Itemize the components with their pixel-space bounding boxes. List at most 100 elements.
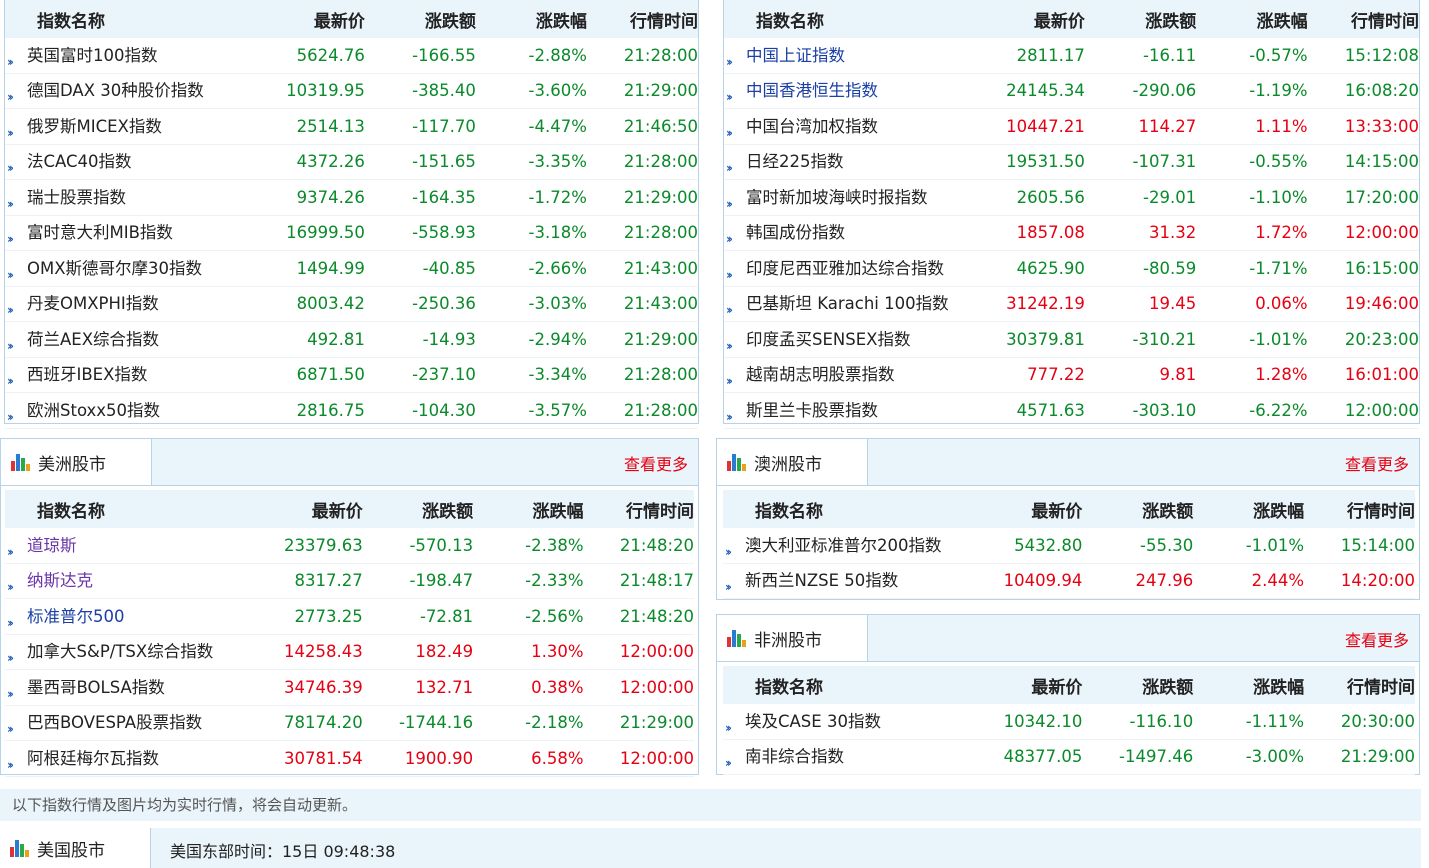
table-row[interactable]: ›› 道琼斯 23379.63 -570.13 -2.38% 21:48:20 — [5, 528, 694, 564]
index-name-link[interactable]: 巴基斯坦 Karachi 100指数 — [746, 294, 949, 313]
index-name-link[interactable]: 韩国成份指数 — [746, 223, 845, 242]
index-pct-cell: -3.60% — [475, 73, 587, 109]
view-more-link[interactable]: 查看更多 — [1345, 451, 1409, 475]
table-row[interactable]: ›› 阿根廷梅尔瓦指数 30781.54 1900.90 6.58% 12:00:00 — [5, 740, 694, 777]
tab-americas-market[interactable]: 美洲股市 — [1, 439, 152, 485]
index-name-link[interactable]: 法CAC40指数 — [27, 152, 132, 171]
table-row[interactable]: ›› 巴基斯坦 Karachi 100指数 31242.19 19.45 0.06% 19… — [724, 286, 1419, 322]
index-name-link[interactable]: 荷兰AEX综合指数 — [27, 330, 159, 349]
view-more-link[interactable]: 查看更多 — [1345, 627, 1409, 651]
column-header: 指数名称 — [5, 0, 252, 38]
index-name-link[interactable]: 中国上证指数 — [746, 46, 845, 65]
index-name-link[interactable]: 南非综合指数 — [745, 747, 844, 766]
index-name-link[interactable]: 富时意大利MIB指数 — [27, 223, 173, 242]
index-name-link[interactable]: 越南胡志明股票指数 — [746, 365, 895, 384]
index-name-link[interactable]: 俄罗斯MICEX指数 — [27, 117, 162, 136]
double-chevron-icon: ›› — [7, 580, 14, 595]
eastern-time-label: 美国东部时间：15日 09:48:38 — [170, 842, 396, 861]
index-name-link[interactable]: 纳斯达克 — [27, 571, 93, 590]
index-name-link[interactable]: 澳大利亚标准普尔200指数 — [745, 536, 942, 555]
index-name-link[interactable]: 瑞士股票指数 — [27, 188, 126, 207]
index-name-link[interactable]: OMX斯德哥尔摩30指数 — [27, 259, 202, 278]
table-row[interactable]: ›› 中国上证指数 2811.17 -16.11 -0.57% 15:12:08 — [724, 38, 1419, 74]
index-name-link[interactable]: 道琼斯 — [27, 536, 77, 555]
index-name-link[interactable]: 中国台湾加权指数 — [746, 117, 878, 136]
tab-label: 美洲股市 — [38, 454, 106, 475]
table-row[interactable]: ›› 墨西哥BOLSA指数 34746.39 132.71 0.38% 12:00:00 — [5, 669, 694, 706]
index-price-cell: 34746.39 — [250, 669, 363, 706]
index-price-cell: 1494.99 — [251, 250, 365, 287]
index-name-link[interactable]: 加拿大S&P/TSX综合指数 — [27, 642, 213, 661]
table-row[interactable]: ›› 斯里兰卡股票指数 4571.63 -303.10 -6.22% 12:00:00 — [724, 392, 1419, 429]
view-more-link[interactable]: 查看更多 — [624, 451, 688, 475]
table-row[interactable]: ›› 纳斯达克 8317.27 -198.47 -2.33% 21:48:17 — [5, 563, 694, 599]
table-row[interactable]: ›› 英国富时100指数 5624.76 -166.55 -2.88% 21:28:00 — [5, 38, 698, 74]
index-name-link[interactable]: 德国DAX 30种股价指数 — [27, 81, 204, 100]
tab-africa-market[interactable]: 非洲股市 — [717, 615, 868, 661]
table-row[interactable]: ›› 标准普尔500 2773.25 -72.81 -2.56% 21:48:20 — [5, 598, 694, 635]
index-name-cell: ›› 印度孟买SENSEX指数 — [724, 321, 972, 358]
table-row[interactable]: ›› 巴西BOVESPA股票指数 78174.20 -1744.16 -2.18% 21:… — [5, 705, 694, 741]
table-row[interactable]: ›› 加拿大S&P/TSX综合指数 14258.43 182.49 1.30% 12:00… — [5, 634, 694, 670]
tab-oceania-market[interactable]: 澳洲股市 — [717, 439, 868, 485]
index-name-cell: ›› 德国DAX 30种股价指数 — [5, 73, 252, 109]
table-row[interactable]: ›› 日经225指数 19531.50 -107.31 -0.55% 14:15:00 — [724, 144, 1419, 180]
index-name-link[interactable]: 印度孟买SENSEX指数 — [746, 330, 910, 349]
index-name-link[interactable]: 日经225指数 — [746, 152, 844, 171]
index-pct-cell: -1.72% — [475, 179, 587, 216]
index-name-link[interactable]: 英国富时100指数 — [27, 46, 158, 65]
table-row[interactable]: ›› 韩国成份指数 1857.08 31.32 1.72% 12:00:00 — [724, 215, 1419, 251]
table-row[interactable]: ›› 澳大利亚标准普尔200指数 5432.80 -55.30 -1.01% 15:14:… — [723, 528, 1415, 564]
table-row[interactable]: ›› 新西兰NZSE 50指数 10409.94 247.96 2.44% 14:20:0… — [723, 563, 1415, 599]
table-row[interactable]: ›› 荷兰AEX综合指数 492.81 -14.93 -2.94% 21:29:00 — [5, 321, 698, 358]
index-change-cell: 31.32 — [1084, 215, 1197, 251]
table-row[interactable]: ›› 南非综合指数 48377.05 -1497.46 -3.00% 21:29:00 — [723, 739, 1415, 775]
index-change-cell: -29.01 — [1084, 179, 1197, 216]
index-name-link[interactable]: 丹麦OMXPHI指数 — [27, 294, 159, 313]
africa-tabbar: 非洲股市 查看更多 — [717, 615, 1419, 662]
table-row[interactable]: ›› 西班牙IBEX指数 6871.50 -237.10 -3.34% 21:28:00 — [5, 357, 698, 393]
oceania-tabbar: 澳洲股市 查看更多 — [717, 439, 1419, 486]
table-row[interactable]: ›› 印度孟买SENSEX指数 30379.81 -310.21 -1.01% 20:23… — [724, 321, 1419, 358]
double-chevron-icon: ›› — [7, 125, 14, 140]
tab-us-market[interactable]: 美国股市 — [0, 828, 151, 868]
table-row[interactable]: ›› OMX斯德哥尔摩30指数 1494.99 -40.85 -2.66% 21:43:0… — [5, 250, 698, 287]
index-name-link[interactable]: 富时新加坡海峡时报指数 — [746, 188, 928, 207]
table-row[interactable]: ›› 欧洲Stoxx50指数 2816.75 -104.30 -3.57% 21:28:0… — [5, 392, 698, 429]
table-row[interactable]: ›› 俄罗斯MICEX指数 2514.13 -117.70 -4.47% 21:46:50 — [5, 108, 698, 145]
index-name-link[interactable]: 标准普尔500 — [27, 607, 125, 626]
table-row[interactable]: ›› 丹麦OMXPHI指数 8003.42 -250.36 -3.03% 21:43:00 — [5, 286, 698, 322]
table-row[interactable]: ›› 德国DAX 30种股价指数 10319.95 -385.40 -3.60% 21:2… — [5, 73, 698, 109]
index-time-cell: 21:28:00 — [586, 392, 698, 429]
index-time-cell: 15:12:08 — [1307, 38, 1419, 74]
index-name-link[interactable]: 斯里兰卡股票指数 — [746, 401, 878, 420]
index-name-link[interactable]: 印度尼西亚雅加达综合指数 — [746, 259, 944, 278]
double-chevron-icon: ›› — [7, 303, 14, 318]
index-name-link[interactable]: 阿根廷梅尔瓦指数 — [27, 749, 159, 768]
index-name-link[interactable]: 巴西BOVESPA股票指数 — [27, 713, 202, 732]
table-row[interactable]: ›› 瑞士股票指数 9374.26 -164.35 -1.72% 21:29:00 — [5, 179, 698, 216]
table-row[interactable]: ›› 法CAC40指数 4372.26 -151.65 -3.35% 21:28:00 — [5, 144, 698, 180]
table-row[interactable]: ›› 富时新加坡海峡时报指数 2605.56 -29.01 -1.10% 17:20:00 — [724, 179, 1419, 216]
double-chevron-icon: ›› — [726, 161, 733, 176]
column-header: 涨跌额 — [1082, 666, 1194, 704]
index-name-cell: ›› 墨西哥BOLSA指数 — [5, 669, 251, 706]
index-name-link[interactable]: 新西兰NZSE 50指数 — [745, 571, 898, 590]
index-name-link[interactable]: 中国香港恒生指数 — [746, 81, 878, 100]
table-row[interactable]: ›› 中国台湾加权指数 10447.21 114.27 1.11% 13:33:00 — [724, 108, 1419, 145]
index-name-link[interactable]: 墨西哥BOLSA指数 — [27, 678, 165, 697]
table-row[interactable]: ›› 富时意大利MIB指数 16999.50 -558.93 -3.18% 21:28:0… — [5, 215, 698, 251]
index-time-cell: 21:48:20 — [583, 598, 694, 635]
index-name-link[interactable]: 西班牙IBEX指数 — [27, 365, 147, 384]
table-header-row: 指数名称 最新价 涨跌额 涨跌幅 行情时间 — [723, 666, 1415, 704]
double-chevron-icon: ›› — [726, 374, 733, 389]
table-row[interactable]: ›› 越南胡志明股票指数 777.22 9.81 1.28% 16:01:00 — [724, 357, 1419, 393]
index-change-cell: -72.81 — [362, 598, 474, 635]
table-row[interactable]: ›› 印度尼西亚雅加达综合指数 4625.90 -80.59 -1.71% 16:15:0… — [724, 250, 1419, 287]
index-name-link[interactable]: 埃及CASE 30指数 — [745, 712, 881, 731]
table-row[interactable]: ›› 埃及CASE 30指数 10342.10 -116.10 -1.11% 20:30:… — [723, 704, 1415, 740]
table-header-row: 指数名称 最新价 涨跌额 涨跌幅 行情时间 — [723, 490, 1415, 528]
index-name-link[interactable]: 欧洲Stoxx50指数 — [27, 401, 160, 420]
table-row[interactable]: ›› 中国香港恒生指数 24145.34 -290.06 -1.19% 16:08:20 — [724, 73, 1419, 109]
index-change-cell: -1744.16 — [362, 705, 474, 741]
